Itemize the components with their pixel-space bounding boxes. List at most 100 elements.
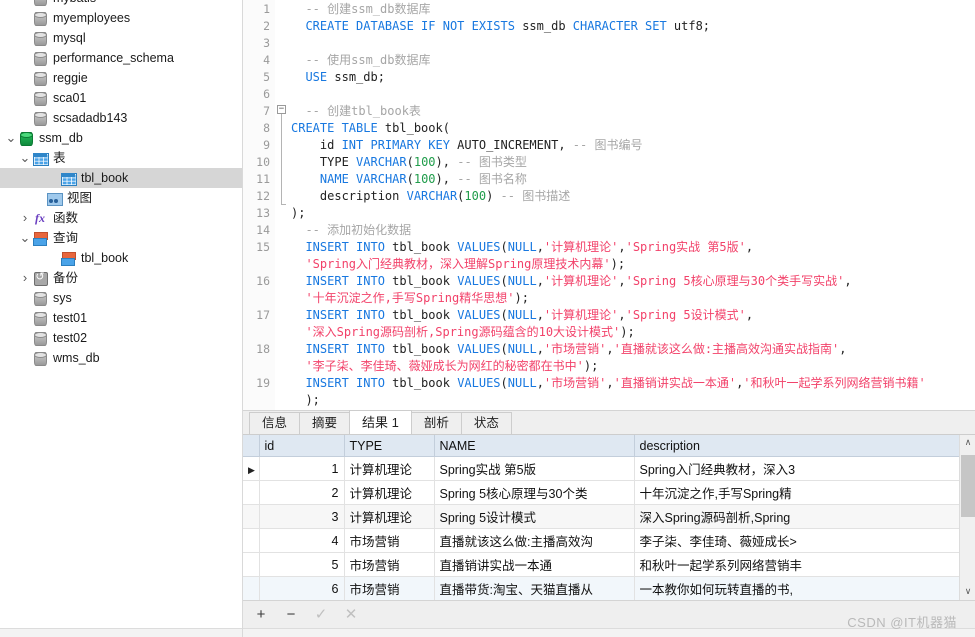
results-table[interactable]: id TYPE NAME description ▶ 1 计算机理论 Spring实战 第5…	[243, 434, 959, 600]
cell-id[interactable]: 6	[259, 576, 345, 600]
cell-TYPE[interactable]: 计算机理论	[344, 504, 435, 530]
tree-item-myemployees[interactable]: myemployees	[0, 8, 242, 28]
tree-item-sca01[interactable]: sca01	[0, 88, 242, 108]
tree-item-sys[interactable]: sys	[0, 288, 242, 308]
table-row[interactable]: 4 市场营销 直播就该这么做:主播高效沟 李子柒、李佳琦、薇娅成长>	[243, 528, 959, 554]
tree-item-查询[interactable]: ⌄ 查询	[0, 228, 242, 248]
result-tab-3[interactable]: 剖析	[410, 411, 462, 434]
code-line: -- 添加初始化数据	[291, 222, 975, 239]
code-token: '计算机理论'	[543, 240, 619, 254]
cell-id[interactable]: 2	[259, 480, 345, 506]
code-token: ),	[435, 172, 458, 186]
cell-TYPE[interactable]: 计算机理论	[344, 480, 435, 506]
tree-item-label: performance_schema	[53, 51, 174, 65]
result-tab-4[interactable]: 状态	[460, 411, 512, 434]
column-header-id[interactable]: id	[259, 434, 345, 458]
table-row[interactable]: 6 市场营销 直播带货:淘宝、天猫直播从 一本教你如何玩转直播的书,	[243, 576, 959, 600]
sql-code-text[interactable]: -- 创建ssm_db数据库 CREATE DATABASE IF NOT EX…	[291, 0, 975, 410]
table-row[interactable]: 5 市场营销 直播销讲实战一本通 和秋叶一起学系列网络营销丰	[243, 552, 959, 578]
column-header-TYPE[interactable]: TYPE	[344, 434, 435, 458]
code-token: 100	[413, 172, 436, 186]
line-number: 20	[243, 409, 275, 410]
scrollbar-thumb[interactable]	[961, 454, 975, 517]
cell-TYPE[interactable]: 计算机理论	[344, 456, 435, 482]
tree-item-wms_db[interactable]: wms_db	[0, 348, 242, 368]
cell-NAME[interactable]: Spring 5核心原理与30个类	[434, 480, 635, 506]
tree-item-performance_schema[interactable]: performance_schema	[0, 48, 242, 68]
scroll-down-icon[interactable]: ∨	[960, 584, 975, 600]
tree-item-mysql[interactable]: mysql	[0, 28, 242, 48]
tree-item-tbl_book[interactable]: tbl_book	[0, 248, 242, 268]
chevron-down-icon[interactable]: ⌄	[4, 131, 18, 145]
table-row[interactable]: ▶ 1 计算机理论 Spring实战 第5版 Spring入门经典教材，深入3	[243, 456, 959, 482]
tree-item-label: tbl_book	[81, 251, 129, 265]
cell-description[interactable]: 李子柒、李佳琦、薇娅成长>	[634, 528, 959, 554]
code-fold-column[interactable]: −	[275, 0, 291, 410]
scroll-up-icon[interactable]: ∧	[960, 435, 975, 451]
tree-item-test01[interactable]: test01	[0, 308, 242, 328]
results-grid[interactable]: id TYPE NAME description ▶ 1 计算机理论 Spring实战 第5…	[243, 434, 959, 600]
cell-id[interactable]: 5	[259, 552, 345, 578]
tree-item-函数[interactable]: › fx 函数	[0, 208, 242, 228]
plus-icon[interactable]: +	[253, 606, 269, 623]
tree-item-备份[interactable]: › 备份	[0, 268, 242, 288]
code-token: tbl_book	[384, 342, 458, 356]
minus-icon[interactable]: −	[283, 606, 299, 623]
result-tab-2[interactable]: 结果 1	[349, 409, 412, 434]
cell-description[interactable]: 一本教你如何玩转直播的书,	[634, 576, 959, 600]
cell-TYPE[interactable]: 市场营销	[344, 528, 435, 554]
tree-item-视图[interactable]: 视图	[0, 188, 242, 208]
code-token: (	[500, 274, 508, 288]
cell-NAME[interactable]: Spring 5设计模式	[434, 504, 635, 530]
code-token: );	[620, 325, 635, 339]
cell-description[interactable]: 十年沉淀之作,手写Spring精	[634, 480, 959, 506]
results-vertical-scrollbar[interactable]: ∧ ∨	[959, 434, 975, 600]
tree-item-test02[interactable]: test02	[0, 328, 242, 348]
cell-id[interactable]: 4	[259, 528, 345, 554]
tree-item-ssm_db[interactable]: ⌄ ssm_db	[0, 128, 242, 148]
tree-item-表[interactable]: ⌄ 表	[0, 148, 242, 168]
table-body: ▶ 1 计算机理论 Spring实战 第5版 Spring入门经典教材，深入3 2 计算机理…	[243, 456, 959, 600]
table-row[interactable]: 2 计算机理论 Spring 5核心原理与30个类 十年沉淀之作,手写Spring精	[243, 480, 959, 506]
code-token: VARCHAR	[406, 189, 458, 203]
chevron-right-icon[interactable]: ›	[18, 268, 32, 288]
chevron-right-icon[interactable]: ›	[18, 208, 32, 228]
tree-item-tbl_book[interactable]: tbl_book	[0, 168, 242, 188]
tree-item-mybatis[interactable]: mybatis	[0, 0, 242, 8]
cell-NAME[interactable]: Spring实战 第5版	[434, 456, 635, 482]
record-toolbar[interactable]: + − ✓ ✕	[243, 600, 975, 628]
cell-NAME[interactable]: 直播就该这么做:主播高效沟	[434, 528, 635, 554]
code-token: '直播就该这么做:主播高效沟通实战指南'	[613, 342, 840, 356]
result-tab-0[interactable]: 信息	[249, 411, 301, 434]
cell-TYPE[interactable]: 市场营销	[344, 576, 435, 600]
code-token: NULL	[507, 274, 537, 288]
cell-id[interactable]: 3	[259, 504, 345, 530]
cell-description[interactable]: Spring入门经典教材，深入3	[634, 456, 959, 482]
column-header-description[interactable]: description	[634, 434, 959, 458]
cell-description[interactable]: 和秋叶一起学系列网络营销丰	[634, 552, 959, 578]
database-icon	[32, 0, 48, 6]
tree-item-reggie[interactable]: reggie	[0, 68, 242, 88]
cell-NAME[interactable]: 直播销讲实战一本通	[434, 552, 635, 578]
code-token: CHARACTER SET	[572, 19, 667, 33]
column-header-NAME[interactable]: NAME	[434, 434, 635, 458]
result-tab-1[interactable]: 摘要	[299, 411, 351, 434]
code-token: VARCHAR	[356, 172, 407, 186]
chevron-down-icon[interactable]: ⌄	[18, 231, 32, 245]
tree-item-scsadadb143[interactable]: scsadadb143	[0, 108, 242, 128]
fold-toggle-icon[interactable]: −	[277, 105, 286, 114]
code-token: -- 图书描述	[500, 189, 571, 203]
chevron-down-icon[interactable]: ⌄	[18, 151, 32, 165]
table-row[interactable]: 3 计算机理论 Spring 5设计模式 深入Spring源码剖析,Spring	[243, 504, 959, 530]
cell-id[interactable]: 1	[259, 456, 345, 482]
sql-editor[interactable]: 123456789101112131415161718192021 − -- 创…	[243, 0, 975, 410]
results-tab-strip[interactable]: 信息 摘要 结果 1 剖析 状态	[243, 409, 975, 434]
cell-TYPE[interactable]: 市场营销	[344, 552, 435, 578]
cell-NAME[interactable]: 直播带货:淘宝、天猫直播从	[434, 576, 635, 600]
database-navigator-tree[interactable]: mybatis myemployees mysql performance_schem…	[0, 0, 243, 637]
cell-description[interactable]: 深入Spring源码剖析,Spring	[634, 504, 959, 530]
